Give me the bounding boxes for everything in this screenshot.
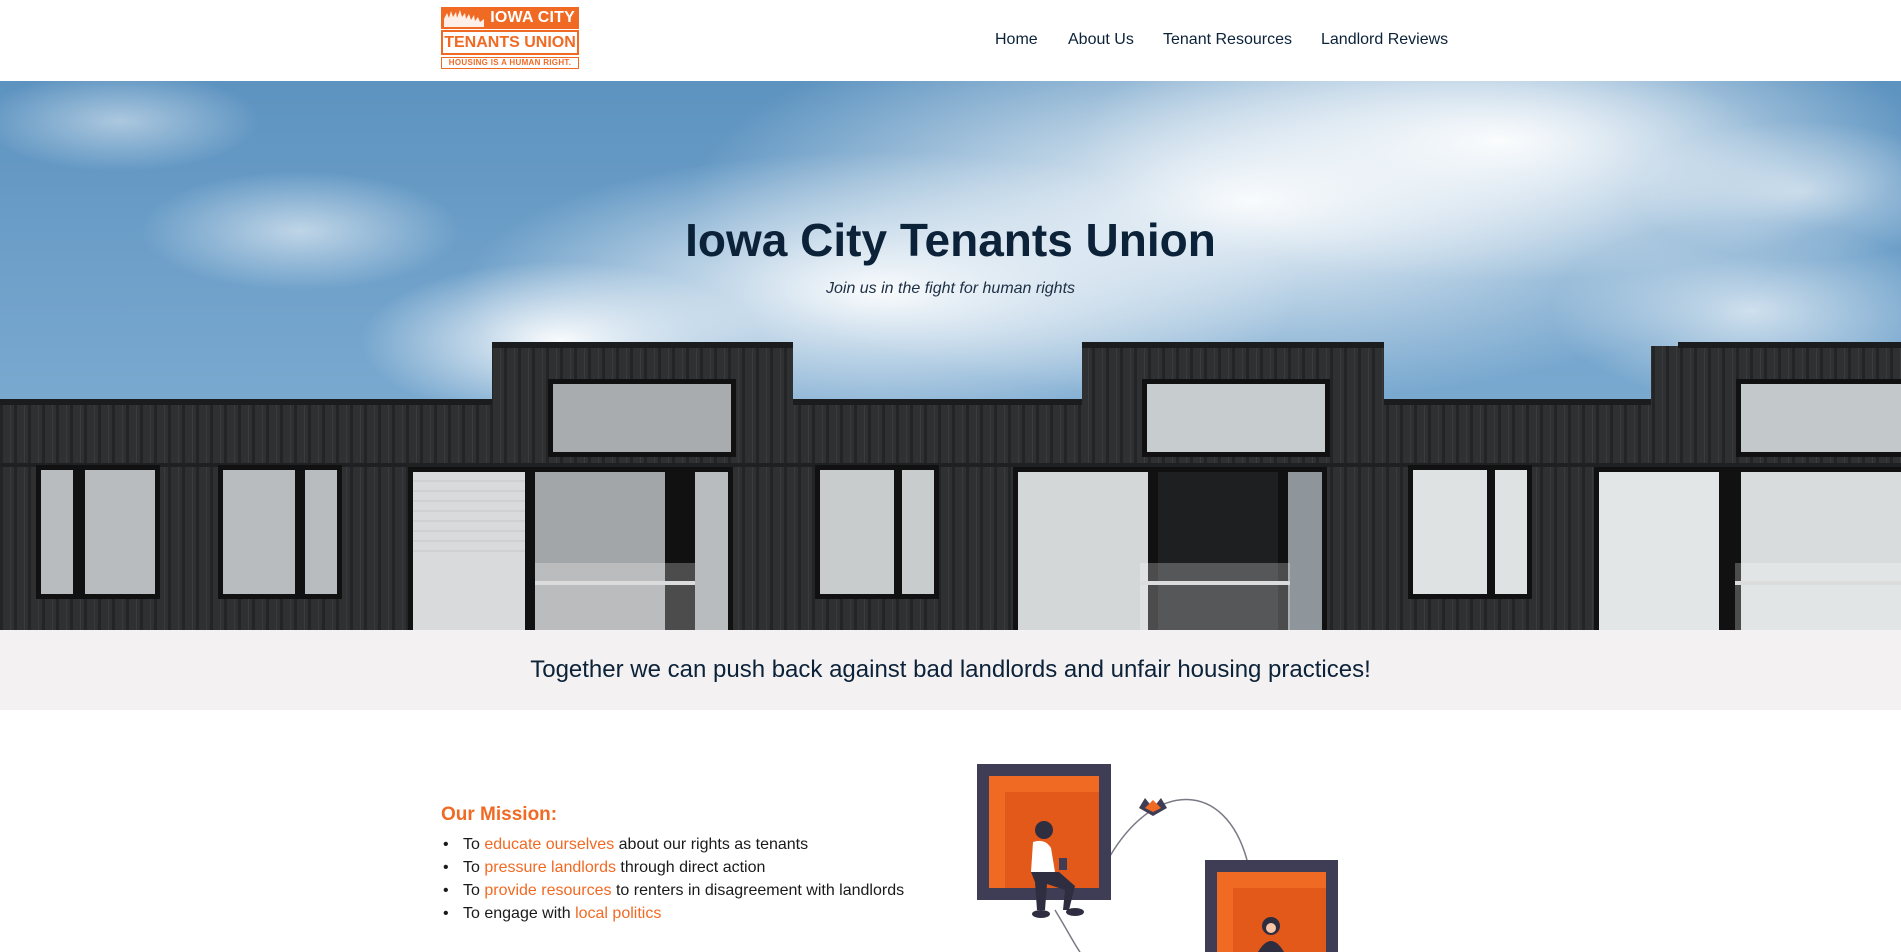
main-nav: Home About Us Tenant Resources Landlord …: [0, 30, 1901, 52]
hero-title: Iowa City Tenants Union: [685, 214, 1216, 266]
people-in-windows-illustration: [977, 764, 1338, 952]
mission-item-prefix: To: [463, 836, 485, 853]
connection-arc: [1109, 798, 1248, 861]
mission-item: To provide resources to renters in disag…: [441, 879, 904, 902]
logo-top-band: IOWA CITY: [441, 7, 579, 29]
mission-link-educate[interactable]: educate ourselves: [484, 836, 614, 853]
mission-item: To pressure landlords through direct act…: [441, 856, 904, 879]
mission-link-politics[interactable]: local politics: [575, 905, 661, 922]
mission-item: To engage with local politics: [441, 902, 904, 925]
nav-home[interactable]: Home: [995, 30, 1038, 50]
nav-landlord-reviews[interactable]: Landlord Reviews: [1321, 30, 1448, 50]
mission-item-suffix: to renters in disagreement with landlord…: [611, 882, 905, 899]
mission-item-prefix: To: [463, 859, 485, 876]
mission-item: To educate ourselves about our rights as…: [441, 833, 904, 856]
logo-title-line: IOWA CITY: [490, 9, 575, 26]
mission-link-resources[interactable]: provide resources: [484, 882, 611, 899]
hero-background-image: [0, 81, 1901, 630]
mission-heading: Our Mission:: [441, 804, 558, 825]
mission-item-suffix: about our rights as tenants: [614, 836, 809, 853]
mission-item-prefix: To engage with: [463, 905, 576, 922]
call-to-action-banner: Together we can push back against bad la…: [0, 630, 1901, 710]
mission-link-pressure[interactable]: pressure landlords: [484, 859, 616, 876]
connection-arc-lower: [1054, 909, 1081, 952]
nav-about-us[interactable]: About Us: [1068, 30, 1134, 50]
mission-list: To educate ourselves about our rights as…: [441, 833, 904, 925]
logo-crowd-icon: [444, 10, 484, 27]
mission-item-prefix: To: [463, 882, 485, 899]
mission-item-suffix: through direct action: [615, 859, 766, 876]
site-header: IOWA CITY TENANTS UNION HOUSING IS A HUM…: [0, 0, 1901, 81]
banner-text: Together we can push back against bad la…: [530, 656, 1371, 683]
nav-tenant-resources[interactable]: Tenant Resources: [1163, 30, 1292, 50]
hero-section: Iowa City Tenants Union Join us in the f…: [0, 81, 1901, 630]
hero-subtitle: Join us in the fight for human rights: [825, 280, 1076, 297]
logo-tagline: HOUSING IS A HUMAN RIGHT.: [441, 57, 579, 69]
